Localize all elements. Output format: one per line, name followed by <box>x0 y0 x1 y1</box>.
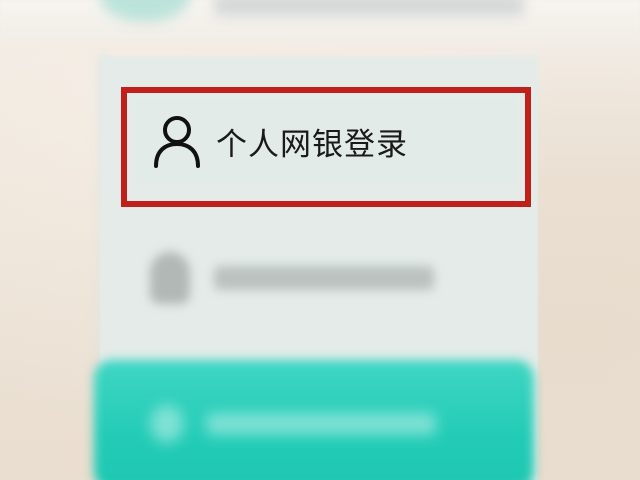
user-icon-blurred <box>150 252 190 304</box>
personal-banking-login-label: 个人网银登录 <box>216 126 408 163</box>
secondary-login-option-blurred[interactable] <box>150 248 450 308</box>
personal-banking-login-option[interactable]: 个人网银登录 <box>136 98 516 184</box>
user-icon <box>150 113 204 169</box>
action-icon-blurred <box>150 405 184 443</box>
secondary-login-label-blurred <box>214 266 434 290</box>
login-action-button-content <box>150 404 460 444</box>
action-label-blurred <box>206 413 436 435</box>
header-title-blurred <box>214 0 524 16</box>
